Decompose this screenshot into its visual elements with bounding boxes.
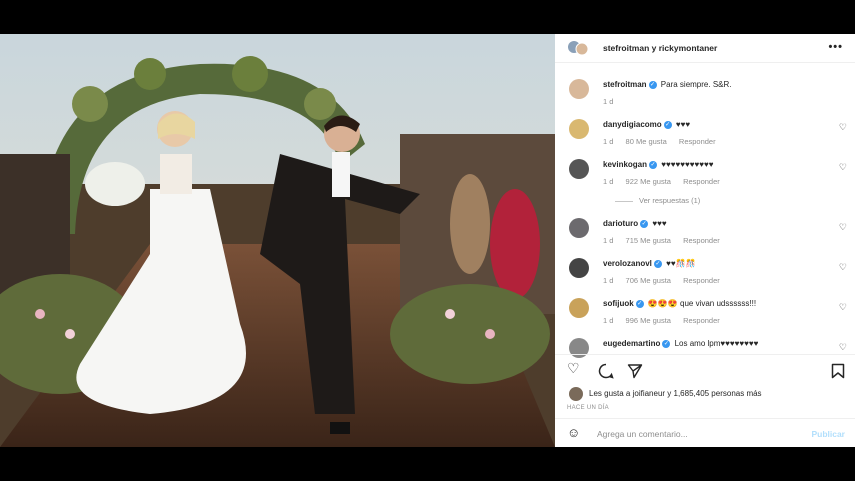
- reply-button[interactable]: Responder: [679, 137, 716, 146]
- avatar[interactable]: [569, 338, 589, 358]
- comment-meta: 1 d 706 Me gusta Responder: [603, 276, 730, 285]
- comment-text: ♥♥🎊🎊: [666, 259, 696, 268]
- post-photo[interactable]: [0, 34, 555, 447]
- comment-input[interactable]: Agrega un comentario...: [597, 429, 688, 439]
- emoji-icon[interactable]: ☺: [567, 425, 580, 440]
- comment-time[interactable]: 1 d: [603, 276, 613, 285]
- share-icon[interactable]: [627, 363, 643, 379]
- wedding-photo-image: [0, 34, 555, 447]
- view-replies-link[interactable]: Ver respuestas (1): [615, 196, 710, 205]
- avatar[interactable]: [569, 258, 589, 278]
- verified-icon: ✓: [662, 339, 671, 348]
- add-comment-bar: ☺ Agrega un comentario... Publicar: [555, 418, 855, 448]
- comment-likes[interactable]: 706 Me gusta: [626, 276, 671, 285]
- reply-button[interactable]: Responder: [683, 177, 720, 186]
- verified-icon: ✓: [635, 299, 644, 308]
- like-comment-heart-icon[interactable]: ♡: [839, 302, 847, 313]
- comment-likes[interactable]: 80 Me gusta: [626, 137, 667, 146]
- verified-icon: ✓: [640, 219, 649, 228]
- comment-user[interactable]: danydigiacomo: [603, 120, 662, 129]
- comment-meta: 1 d 996 Me gusta Responder: [603, 316, 730, 325]
- like-heart-icon[interactable]: ♡: [567, 360, 580, 377]
- avatar[interactable]: [569, 298, 589, 318]
- comment-likes[interactable]: 715 Me gusta: [626, 236, 671, 245]
- verified-icon: ✓: [663, 120, 672, 129]
- avatar[interactable]: [569, 159, 589, 179]
- verified-icon: ✓: [648, 80, 657, 89]
- view-replies-label[interactable]: Ver respuestas (1): [639, 196, 700, 205]
- comment-item: sofijuok ✓ 😍😍😍 que vivan udssssss!!!: [603, 299, 756, 308]
- comment-item: verolozanovl ✓ ♥♥🎊🎊: [603, 259, 696, 268]
- save-bookmark-icon[interactable]: [831, 363, 845, 379]
- comment-text: ♥♥♥: [652, 219, 667, 228]
- comment-time[interactable]: 1 d: [603, 236, 613, 245]
- comment-time[interactable]: 1 d: [603, 137, 613, 146]
- comment-user[interactable]: kevinkogan: [603, 160, 647, 169]
- publish-button[interactable]: Publicar: [811, 429, 845, 439]
- like-comment-heart-icon[interactable]: ♡: [839, 342, 847, 353]
- verified-icon: ✓: [653, 259, 662, 268]
- comment-user[interactable]: sofijuok: [603, 299, 634, 308]
- comment-text: ♥♥♥♥♥♥♥♥♥♥♥: [661, 160, 714, 169]
- comment-user[interactable]: darioturo: [603, 219, 638, 228]
- comment-meta: 1 d 715 Me gusta Responder: [603, 236, 730, 245]
- avatar[interactable]: [569, 218, 589, 238]
- caption-text: stefroitman ✓ Para siempre. S&R.: [603, 80, 732, 89]
- comment-user[interactable]: eugedemartino: [603, 339, 660, 348]
- post-header: stefroitman y rickymontaner •••: [555, 34, 855, 63]
- author-avatars[interactable]: [567, 40, 589, 56]
- more-options-icon[interactable]: •••: [828, 41, 843, 53]
- comment-likes[interactable]: 922 Me gusta: [626, 177, 671, 186]
- liker-avatar[interactable]: [569, 387, 583, 401]
- verified-icon: ✓: [649, 160, 658, 169]
- comment-text: ♥♥♥: [675, 120, 691, 129]
- like-comment-heart-icon[interactable]: ♡: [839, 262, 847, 273]
- caption-time[interactable]: 1 d: [603, 97, 613, 106]
- reply-button[interactable]: Responder: [683, 316, 720, 325]
- comment-item: darioturo ✓ ♥♥♥: [603, 219, 667, 228]
- comment-icon[interactable]: [598, 363, 614, 379]
- comment-item: eugedemartino ✓ Los amo lpm♥♥♥♥♥♥♥♥: [603, 339, 758, 348]
- comment-time[interactable]: 1 d: [603, 177, 613, 186]
- comment-text: 😍😍😍 que vivan udssssss!!!: [647, 299, 757, 308]
- caption-body: Para siempre. S&R.: [660, 80, 732, 89]
- post-side-panel: stefroitman y rickymontaner ••• stefroit…: [555, 34, 855, 447]
- post-time[interactable]: HACE UN DÍA: [567, 405, 609, 411]
- comment-item: danydigiacomo ✓ ♥♥♥: [603, 120, 690, 129]
- comment-likes[interactable]: 996 Me gusta: [626, 316, 671, 325]
- author-names-link[interactable]: stefroitman y rickymontaner: [603, 43, 717, 53]
- reply-button[interactable]: Responder: [683, 276, 720, 285]
- likes-summary[interactable]: Les gusta a joifianeur y 1,685,405 perso…: [589, 389, 762, 398]
- avatar[interactable]: [569, 119, 589, 139]
- comment-meta: 1 d 922 Me gusta Responder: [603, 177, 730, 186]
- comment-text: Los amo lpm♥♥♥♥♥♥♥♥: [674, 339, 759, 348]
- actions-divider: [555, 354, 855, 355]
- like-comment-heart-icon[interactable]: ♡: [839, 222, 847, 233]
- reply-button[interactable]: Responder: [683, 236, 720, 245]
- caption-meta: 1 d: [603, 97, 623, 106]
- comment-meta: 1 d 80 Me gusta Responder: [603, 137, 726, 146]
- comment-time[interactable]: 1 d: [603, 316, 613, 325]
- like-comment-heart-icon[interactable]: ♡: [839, 122, 847, 133]
- like-comment-heart-icon[interactable]: ♡: [839, 162, 847, 173]
- comment-item: kevinkogan ✓ ♥♥♥♥♥♥♥♥♥♥♥: [603, 160, 714, 169]
- divider: [615, 200, 633, 202]
- caption-user[interactable]: stefroitman: [603, 80, 647, 89]
- comment-user[interactable]: verolozanovl: [603, 259, 652, 268]
- avatar[interactable]: [569, 79, 589, 99]
